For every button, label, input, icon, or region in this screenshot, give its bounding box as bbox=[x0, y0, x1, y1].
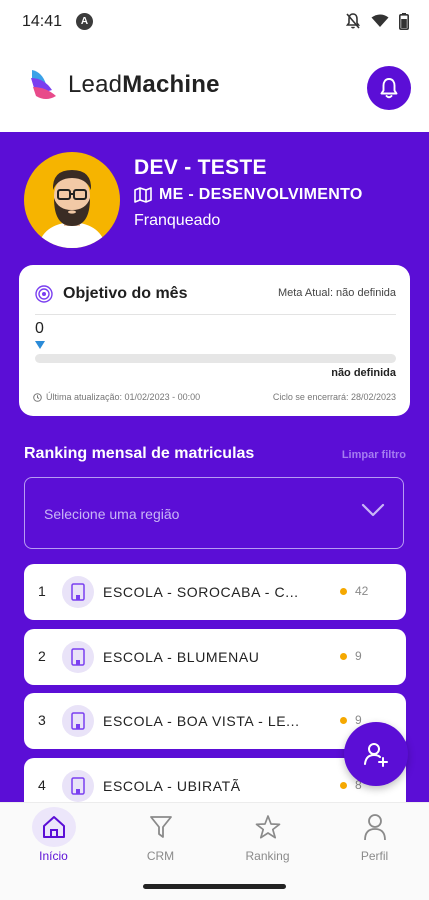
nav-label: Perfil bbox=[360, 849, 389, 863]
status-time: 14:41 bbox=[22, 13, 63, 30]
nav-item-inicio[interactable]: Início bbox=[0, 803, 107, 873]
ranking-score: 42 bbox=[355, 584, 369, 598]
ranking-item[interactable]: 2 ESCOLA - BLUMENAU 9 bbox=[24, 629, 406, 685]
status-icons bbox=[345, 12, 409, 30]
bell-icon bbox=[380, 78, 398, 99]
nav-label: Ranking bbox=[245, 849, 290, 863]
clear-filter-link[interactable]: Limpar filtro bbox=[342, 449, 406, 461]
profile-role: Franqueado bbox=[134, 212, 221, 229]
goal-current-target: Meta Atual: não definida bbox=[277, 287, 396, 299]
home-content[interactable]: DEV - TESTE ME - DESENVOLVIMENTO Franque… bbox=[0, 132, 429, 802]
profile-name: DEV - TESTE bbox=[134, 156, 267, 179]
avatar-illustration-icon bbox=[38, 170, 106, 248]
region-select[interactable]: Selecione uma região bbox=[24, 477, 404, 549]
nav-label: Início bbox=[39, 849, 68, 863]
score-dot-icon bbox=[340, 717, 347, 724]
goal-target-label: não definida bbox=[331, 367, 396, 379]
ranking-position: 4 bbox=[38, 777, 46, 793]
ranking-school-name: ESCOLA - BOA VISTA - LE... bbox=[103, 713, 300, 729]
school-icon bbox=[62, 705, 94, 737]
app-logo: LeadMachine bbox=[28, 68, 220, 102]
nav-item-perfil[interactable]: Perfil bbox=[321, 803, 428, 873]
battery-icon bbox=[399, 12, 409, 30]
school-icon bbox=[62, 576, 94, 608]
ranking-school-name: ESCOLA - BLUMENAU bbox=[103, 649, 260, 665]
chevron-down-icon bbox=[361, 503, 385, 517]
home-icon bbox=[31, 807, 76, 847]
star-icon bbox=[248, 809, 288, 845]
home-gesture-bar[interactable] bbox=[143, 884, 286, 889]
region-select-placeholder: Selecione uma região bbox=[44, 506, 180, 522]
goal-progress-value: 0 bbox=[35, 320, 44, 337]
mute-bell-icon bbox=[345, 13, 361, 29]
ranking-school-name: ESCOLA - SOROCABA - C... bbox=[103, 584, 299, 600]
logo-text: LeadMachine bbox=[68, 71, 220, 99]
add-user-icon bbox=[364, 743, 388, 767]
avatar[interactable] bbox=[24, 152, 120, 248]
nav-item-ranking[interactable]: Ranking bbox=[214, 803, 321, 873]
add-lead-button[interactable] bbox=[344, 722, 408, 786]
target-icon bbox=[35, 285, 53, 303]
nav-item-crm[interactable]: CRM bbox=[107, 803, 214, 873]
monthly-goal-card[interactable]: Objetivo do mês Meta Atual: não definida… bbox=[19, 265, 410, 416]
profile-unit-label: ME - DESENVOLVIMENTO bbox=[159, 186, 363, 203]
notification-badge-icon: A bbox=[76, 13, 93, 30]
status-bar: 14:41 A bbox=[0, 0, 429, 44]
logo-text-light: Lead bbox=[68, 71, 123, 98]
goal-cycle-end: Ciclo se encerrará: 28/02/2023 bbox=[272, 392, 396, 402]
score-dot-icon bbox=[340, 588, 347, 595]
ranking-position: 3 bbox=[38, 712, 46, 728]
ranking-title: Ranking mensal de matriculas bbox=[24, 445, 255, 462]
ranking-position: 2 bbox=[38, 648, 46, 664]
wifi-icon bbox=[371, 14, 389, 27]
map-icon bbox=[134, 187, 152, 203]
goal-last-update-text: Última atualização: 01/02/2023 - 00:00 bbox=[46, 392, 201, 402]
bottom-navigation: Início CRM Ranking Perfil bbox=[0, 802, 429, 872]
leadmachine-logo-icon bbox=[31, 70, 56, 99]
divider bbox=[35, 314, 396, 315]
profile-unit: ME - DESENVOLVIMENTO bbox=[134, 186, 363, 204]
school-icon bbox=[62, 641, 94, 673]
logo-text-bold: Machine bbox=[122, 71, 220, 98]
filter-icon bbox=[141, 809, 181, 845]
app-header: LeadMachine bbox=[0, 44, 429, 132]
ranking-school-name: ESCOLA - UBIRATÃ bbox=[103, 778, 241, 794]
ranking-item[interactable]: 1 ESCOLA - SOROCABA - C... 42 bbox=[24, 564, 406, 620]
ranking-position: 1 bbox=[38, 583, 46, 599]
user-icon bbox=[355, 809, 395, 845]
ranking-score: 9 bbox=[355, 649, 362, 663]
notifications-button[interactable] bbox=[367, 66, 411, 110]
score-dot-icon bbox=[340, 782, 347, 789]
goal-progress-bar bbox=[35, 354, 396, 363]
nav-label: CRM bbox=[146, 849, 175, 863]
clock-icon bbox=[33, 392, 42, 402]
score-dot-icon bbox=[340, 653, 347, 660]
goal-title: Objetivo do mês bbox=[63, 285, 188, 302]
goal-last-update: Última atualização: 01/02/2023 - 00:00 bbox=[33, 392, 200, 402]
school-icon bbox=[62, 770, 94, 802]
system-gesture-area bbox=[0, 872, 429, 900]
progress-marker-icon bbox=[35, 341, 45, 349]
